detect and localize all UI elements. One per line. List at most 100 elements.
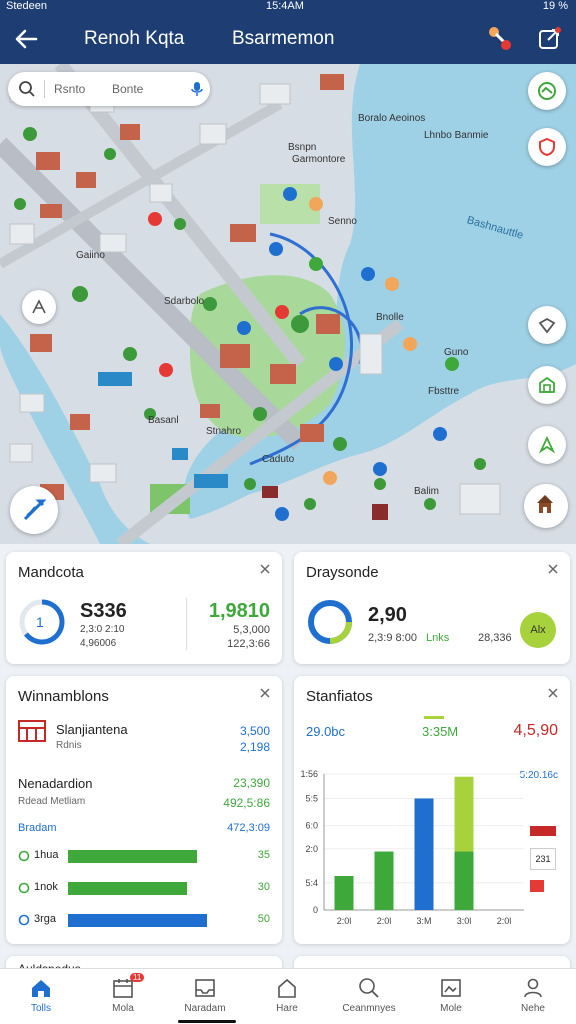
- section-value: 23,390: [233, 776, 270, 790]
- progress-value: 30: [257, 881, 270, 893]
- progress-bar: [68, 850, 197, 863]
- location-pin-icon: [538, 317, 556, 334]
- item-subtitle: Rdnis: [56, 740, 82, 751]
- close-icon[interactable]: [258, 562, 272, 576]
- map-place-label: Bnolle: [376, 312, 404, 323]
- bar-chart: 0 5:4 2:0 6:0 5:5 1:56 2:0l 2:0l 3:M 3:0l 2:0l: [300, 769, 524, 926]
- landmark-button[interactable]: [524, 484, 568, 528]
- carrier-label: Stedeen: [6, 0, 47, 12]
- nav-label: Hare: [276, 1003, 298, 1014]
- stanfiatos-card[interactable]: Stanfiatos 29.0bc 3:35M 4,5,90 5:20.16c …: [294, 676, 570, 944]
- nav-label: Nehe: [521, 1003, 545, 1014]
- progress-value: 50: [257, 913, 270, 925]
- section-title: Nenadardion: [18, 776, 93, 791]
- map-search-bar[interactable]: Rsnto Bonte: [8, 72, 210, 106]
- draysonde-card[interactable]: Draysonde 2,90 2,3:9 8:00 Lnks 28,336 Al…: [294, 552, 570, 664]
- progress-bar: [68, 882, 187, 895]
- y-tick-label: 5:5: [305, 793, 318, 803]
- chart-bar: [334, 876, 354, 910]
- close-icon[interactable]: [546, 562, 560, 576]
- nav-item-naradam[interactable]: Naradam: [164, 969, 246, 1024]
- image-icon: [441, 979, 461, 997]
- notification-badge: 11: [130, 973, 145, 982]
- x-tick-label: 2:0l: [377, 916, 392, 926]
- navigation-icon: [538, 435, 556, 454]
- close-icon[interactable]: [546, 686, 560, 700]
- secondary-value: 2,3:9 8:00: [368, 632, 417, 644]
- pin-button[interactable]: [528, 306, 566, 344]
- card-title: Stanfiatos: [306, 688, 373, 705]
- y-tick-label: 5:4: [305, 878, 318, 888]
- map-view[interactable]: Rsnto Bonte Boralo Aeoinos Lhnbo Banmie …: [0, 64, 576, 544]
- shield-icon: [539, 137, 555, 157]
- nav-label: Mole: [440, 1003, 462, 1014]
- card-divider: [186, 598, 187, 650]
- route-icon: [23, 499, 46, 521]
- chart-bar: [414, 798, 434, 910]
- map-place-label: Lhnbo Banmie: [424, 130, 489, 141]
- progress-value: 35: [257, 849, 270, 861]
- layers-button[interactable]: [528, 72, 566, 110]
- map-place-label: Boralo Aeoinos: [358, 113, 426, 124]
- nav-item-mola[interactable]: 11 Mola: [82, 969, 164, 1024]
- share-button[interactable]: [536, 24, 564, 52]
- mandcota-card[interactable]: Mandcota 1 S336 2,3:0 2:10 4,96006 1,981…: [6, 552, 282, 664]
- legend-swatch-small: [530, 880, 544, 892]
- section-subtitle: Rdead Metliam: [18, 796, 86, 807]
- item-value-secondary: 2,198: [239, 740, 270, 754]
- status-chip[interactable]: Alx: [520, 612, 556, 648]
- building-button[interactable]: [528, 366, 566, 404]
- header-title: Renoh Kqta: [84, 28, 185, 49]
- bottom-navigation: Tolls 11 Mola Naradam Hare Ceanmnyes Mol…: [0, 968, 576, 1024]
- right-tertiary-value: 122,3:66: [227, 638, 270, 650]
- stat-value-3: 4,5,90: [513, 722, 558, 739]
- nav-item-ceanmnyes[interactable]: Ceanmnyes: [328, 969, 410, 1024]
- navigate-button[interactable]: [528, 426, 566, 464]
- search-location[interactable]: Bonte: [112, 82, 143, 96]
- map-place-label: Senno: [328, 216, 357, 227]
- back-button[interactable]: [12, 26, 40, 52]
- nav-item-mole[interactable]: Mole: [410, 969, 492, 1024]
- nav-label: Tolls: [30, 1003, 51, 1014]
- nav-item-hare[interactable]: Hare: [246, 969, 328, 1024]
- temple-icon: [537, 495, 553, 513]
- arrow-left-icon: [15, 29, 38, 49]
- item-title: Slanjiantena: [56, 722, 128, 737]
- status-dot-icon: [18, 882, 30, 894]
- right-secondary-value: 5,3,000: [233, 624, 270, 636]
- item-value: 3,500: [239, 724, 270, 738]
- building-grid-icon: [18, 720, 46, 742]
- sightseeing-button[interactable]: [22, 290, 56, 324]
- map-canvas: [0, 64, 576, 544]
- tools-icon: [489, 27, 511, 50]
- nav-item-tolls[interactable]: Tolls: [0, 969, 82, 1024]
- x-tick-label: 2:0l: [337, 916, 352, 926]
- chart-bar: [454, 851, 474, 910]
- microphone-icon[interactable]: [190, 81, 204, 97]
- map-place-label: Garmontore: [292, 154, 346, 165]
- chart-bar: [374, 851, 394, 910]
- y-tick-label: 2:0: [305, 844, 318, 854]
- winnamblons-card[interactable]: Winnamblons Slanjiantena Rdnis 3,500 2,1…: [6, 676, 282, 944]
- bars-title: Bradam: [18, 822, 57, 834]
- search-query[interactable]: Rsnto: [54, 82, 85, 96]
- search-icon: [19, 81, 35, 97]
- building-icon: [539, 376, 555, 393]
- shield-button[interactable]: [528, 128, 566, 166]
- route-button[interactable]: [10, 486, 58, 534]
- tools-button[interactable]: [486, 24, 514, 52]
- status-bar: Stedeen 15:4AM 19 %: [0, 0, 576, 14]
- y-tick-label: 0: [313, 905, 318, 915]
- nav-item-nehe[interactable]: Nehe: [492, 969, 574, 1024]
- nav-label: Naradam: [184, 1003, 226, 1014]
- primary-value: 2,90: [368, 604, 407, 626]
- secondary-tag: Lnks: [426, 632, 450, 644]
- map-place-label: Gaiino: [76, 250, 105, 261]
- clock: 15:4AM: [266, 0, 304, 12]
- close-icon[interactable]: [258, 686, 272, 700]
- search-divider: [44, 80, 45, 98]
- x-tick-label: 2:0l: [497, 916, 512, 926]
- share-icon: [539, 27, 561, 49]
- tertiary-value: 28,336: [478, 632, 512, 644]
- y-tick-label: 6:0: [305, 821, 318, 831]
